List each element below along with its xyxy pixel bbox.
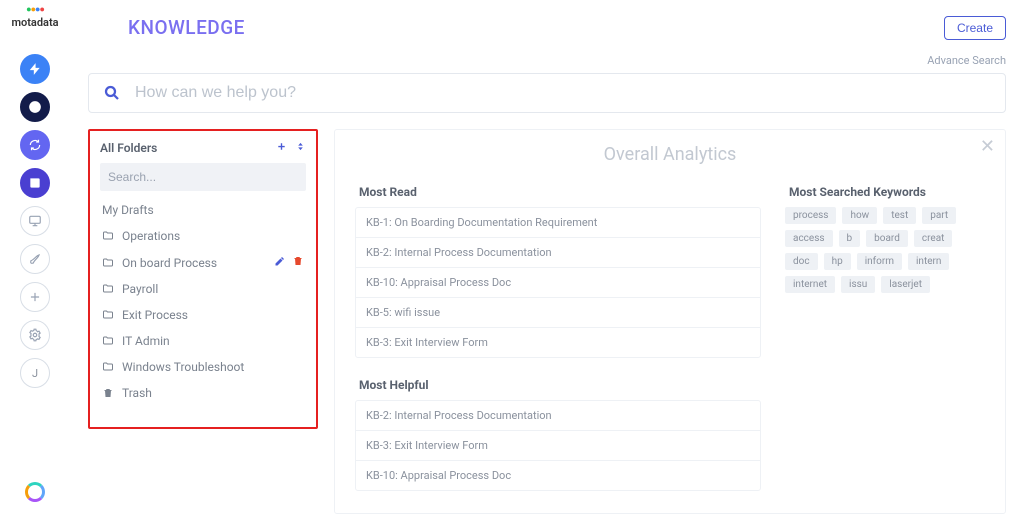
keyword-tag[interactable]: doc [785, 253, 818, 270]
trash-icon [292, 255, 304, 267]
folder-item[interactable]: IT Admin [100, 328, 306, 354]
keyword-tag[interactable]: board [866, 230, 908, 247]
sort-icon [295, 141, 306, 152]
keyword-tag[interactable]: hp [824, 253, 851, 270]
pencil-icon [274, 255, 286, 267]
nav-add[interactable] [20, 282, 50, 312]
article-item[interactable]: KB-5: wifi issue [356, 298, 760, 328]
folder-label: Trash [122, 386, 152, 400]
folder-item[interactable]: Windows Troubleshoot [100, 354, 306, 380]
keyword-tag[interactable]: b [839, 230, 861, 247]
folder-icon [102, 361, 114, 373]
folder-item[interactable]: Payroll [100, 276, 306, 302]
nav-user[interactable]: J [20, 358, 50, 388]
search-input[interactable] [135, 84, 991, 102]
nav-alert[interactable] [20, 92, 50, 122]
analytics-title: Overall Analytics [355, 144, 985, 165]
nav-rocket[interactable] [20, 244, 50, 274]
folder-icon [102, 335, 114, 347]
keyword-tag[interactable]: internet [785, 276, 835, 293]
page-title: KNOWLEDGE [128, 16, 245, 39]
folder-label: Payroll [122, 282, 158, 296]
sort-folders-button[interactable] [295, 141, 306, 155]
most-helpful-title: Most Helpful [355, 378, 761, 392]
keyword-tag[interactable]: laserjet [881, 276, 930, 293]
article-item[interactable]: KB-2: Internal Process Documentation [356, 401, 760, 431]
keyword-tag[interactable]: inform [857, 253, 902, 270]
most-read-list: KB-1: On Boarding Documentation Requirem… [355, 207, 761, 358]
header: KNOWLEDGE Create [88, 16, 1006, 40]
folder-search-input[interactable] [100, 163, 306, 191]
keyword-tag[interactable]: issu [841, 276, 875, 293]
rocket-icon [28, 252, 42, 266]
folder-item[interactable]: Exit Process [100, 302, 306, 328]
folder-label: Windows Troubleshoot [122, 360, 244, 374]
most-read-title: Most Read [355, 185, 761, 199]
article-item[interactable]: KB-3: Exit Interview Form [356, 328, 760, 357]
close-analytics-button[interactable]: ✕ [980, 136, 995, 157]
article-item[interactable]: KB-10: Appraisal Process Doc [356, 461, 760, 490]
search-icon [103, 84, 121, 102]
logo-dots-icon: ●●●● [26, 4, 44, 15]
create-button[interactable]: Create [944, 16, 1006, 40]
edit-folder-button[interactable] [274, 255, 286, 270]
nav-monitor[interactable] [20, 206, 50, 236]
keywords-title: Most Searched Keywords [785, 185, 985, 199]
keyword-tag[interactable]: part [922, 207, 956, 224]
monitor-icon [28, 214, 42, 228]
keyword-tag[interactable]: how [842, 207, 877, 224]
folder-label: On board Process [122, 256, 217, 270]
article-item[interactable]: KB-1: On Boarding Documentation Requirem… [356, 208, 760, 238]
keyword-tag[interactable]: test [883, 207, 916, 224]
article-item[interactable]: KB-3: Exit Interview Form [356, 431, 760, 461]
user-avatar-letter: J [32, 367, 38, 380]
add-folder-button[interactable] [276, 141, 287, 155]
status-ring-icon [25, 482, 45, 502]
bolt-icon [28, 62, 42, 76]
keyword-tag[interactable]: access [785, 230, 833, 247]
alert-icon [28, 100, 42, 114]
keyword-tags: process howtest part accessbboard creat dochp… [785, 207, 985, 293]
folder-panel: All Folders My Drafts OperationsOn board [88, 129, 318, 429]
book-icon [28, 176, 42, 190]
folder-label: IT Admin [122, 334, 170, 348]
folder-my-drafts[interactable]: My Drafts [100, 197, 306, 223]
folder-trash[interactable]: Trash [100, 380, 306, 406]
folder-icon [102, 283, 114, 295]
plus-icon [276, 141, 287, 152]
folder-label: Operations [122, 229, 180, 243]
folder-label: Exit Process [122, 308, 188, 322]
nav-knowledge[interactable] [20, 168, 50, 198]
folder-icon [102, 257, 114, 269]
keyword-tag[interactable]: creat [914, 230, 953, 247]
folder-header-label: All Folders [100, 141, 157, 155]
advance-search-link[interactable]: Advance Search [88, 54, 1006, 67]
folder-item[interactable]: On board Process [100, 249, 306, 276]
brand-label: motadata [11, 16, 58, 29]
article-item[interactable]: KB-10: Appraisal Process Doc [356, 268, 760, 298]
sidebar: ●●●● motadata J [0, 0, 70, 514]
gear-icon [28, 328, 42, 342]
folder-icon [102, 230, 114, 242]
nav-settings[interactable] [20, 320, 50, 350]
search-bar[interactable] [88, 73, 1006, 113]
sync-icon [28, 138, 42, 152]
keyword-tag[interactable]: process [785, 207, 836, 224]
most-helpful-list: KB-2: Internal Process DocumentationKB-3… [355, 400, 761, 491]
trash-icon [102, 387, 114, 399]
folder-icon [102, 309, 114, 321]
folder-item[interactable]: Operations [100, 223, 306, 249]
plus-icon [28, 290, 42, 304]
delete-folder-button[interactable] [292, 255, 304, 270]
brand-logo: ●●●● motadata [3, 4, 67, 40]
article-item[interactable]: KB-2: Internal Process Documentation [356, 238, 760, 268]
folder-label: My Drafts [102, 203, 154, 217]
nav-sync[interactable] [20, 130, 50, 160]
analytics-panel: ✕ Overall Analytics Most Read KB-1: On B… [334, 129, 1006, 514]
keyword-tag[interactable]: intern [908, 253, 949, 270]
nav-bolt[interactable] [20, 54, 50, 84]
